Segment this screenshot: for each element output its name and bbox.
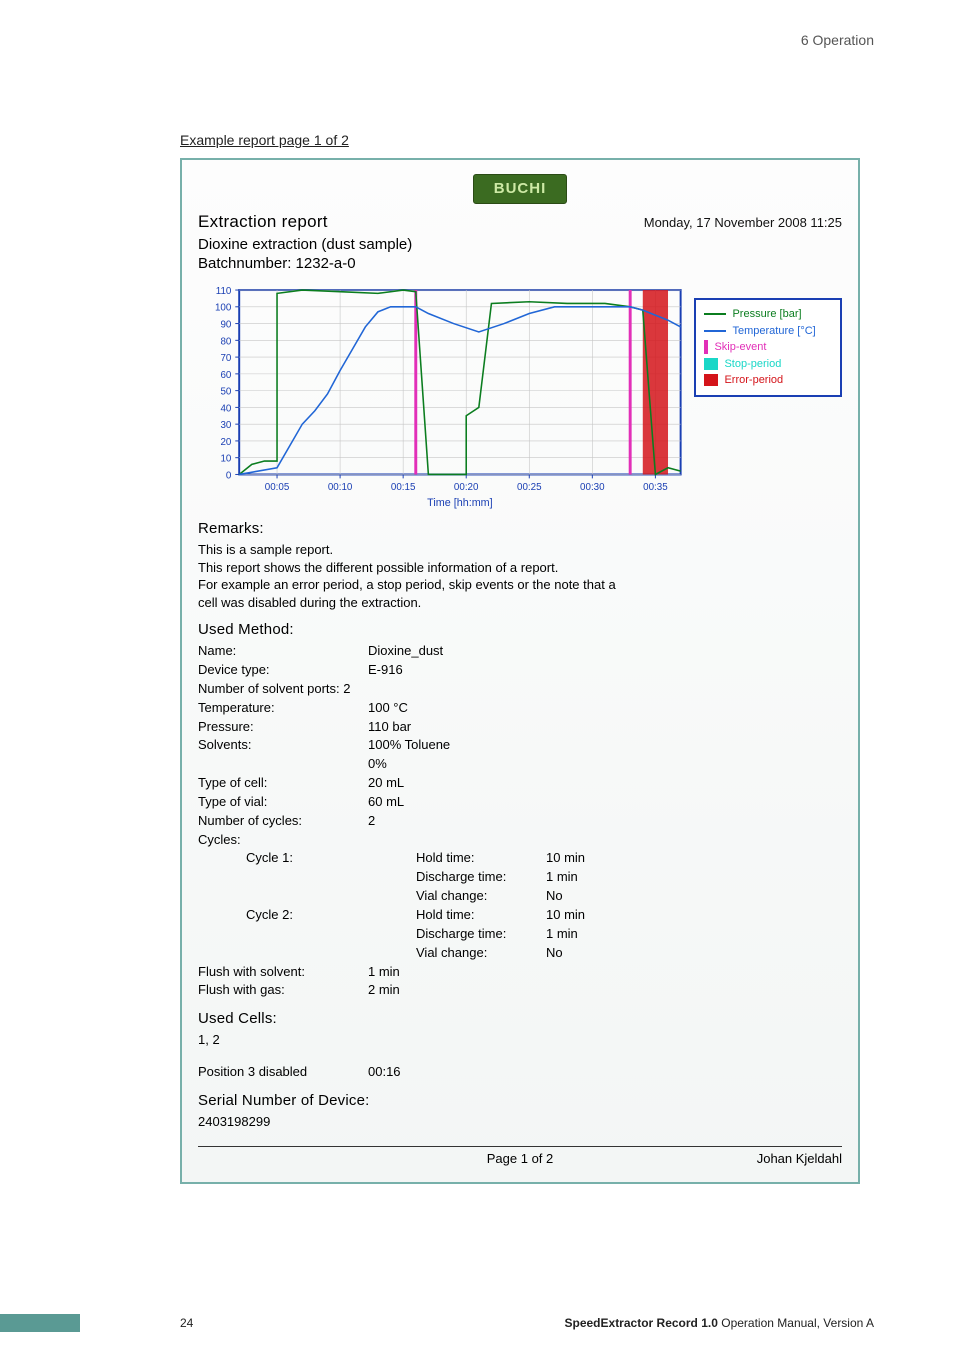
legend-label: Skip-event [714,339,766,356]
legend-error: Error-period [704,372,832,389]
legend-pressure: Pressure [bar] [704,306,832,323]
cycle-row: Vial change:No [198,887,842,906]
cycle-row: Discharge time:1 min [198,868,842,887]
svg-text:00:10: 00:10 [328,482,353,493]
svg-text:40: 40 [220,403,231,414]
svg-text:00:05: 00:05 [265,482,290,493]
method-row: Flush with solvent:1 min [198,963,842,982]
svg-text:100: 100 [215,303,232,314]
remarks-line: This report shows the different possible… [198,559,842,577]
brand-logo: BUCHI [473,174,567,204]
method-row: Device type:E-916 [198,661,842,680]
chart-area: 0 10 20 30 40 50 60 70 80 90 100 110 00:05 00:10 00:15… [198,280,842,510]
legend-line-icon [704,330,726,332]
chart-legend: Pressure [bar] Temperature [°C] Skip-eve… [694,298,842,397]
used-cells-heading: Used Cells: [198,1010,842,1027]
method-row: Type of cell:20 mL [198,774,842,793]
legend-label: Pressure [bar] [732,306,801,323]
remarks-heading: Remarks: [198,520,842,537]
legend-bar-icon [704,340,708,354]
remarks-line: cell was disabled during the extraction. [198,594,842,612]
extraction-chart: 0 10 20 30 40 50 60 70 80 90 100 110 00:05 00:10 00:15… [198,280,688,510]
used-cells-value: 1, 2 [198,1031,842,1049]
legend-line-icon [704,313,726,315]
report-author: Johan Kjeldahl [627,1151,842,1166]
remarks-line: This is a sample report. [198,541,842,559]
method-row: Pressure:110 bar [198,718,842,737]
example-caption: Example report page 1 of 2 [180,132,884,148]
svg-text:20: 20 [220,437,231,448]
svg-text:0: 0 [226,470,232,481]
svg-text:10: 10 [220,454,231,465]
svg-text:90: 90 [220,319,231,330]
legend-label: Temperature [°C] [732,323,815,340]
legend-label: Error-period [724,372,783,389]
svg-text:80: 80 [220,336,231,347]
method-row: Number of solvent ports: 2 [198,680,842,699]
cycle-row: Discharge time:1 min [198,925,842,944]
report-footer: Page 1 of 2 Johan Kjeldahl [198,1146,842,1166]
report-title: Extraction report [198,212,328,232]
svg-text:00:15: 00:15 [391,482,416,493]
svg-text:00:20: 00:20 [454,482,479,493]
serial-heading: Serial Number of Device: [198,1092,842,1109]
disabled-label: Position 3 disabled [198,1063,368,1082]
method-row: Temperature:100 °C [198,699,842,718]
method-row: Name:Dioxine_dust [198,642,842,661]
svg-text:110: 110 [216,286,232,297]
cycle-row: Vial change:No [198,944,842,963]
report-subtitle: Dioxine extraction (dust sample) [198,236,842,253]
page-footer: 24 SpeedExtractor Record 1.0 Operation M… [0,1316,954,1330]
report-box: BUCHI Extraction report Monday, 17 Novem… [180,158,860,1184]
legend-temperature: Temperature [°C] [704,323,832,340]
method-row: Type of vial:60 mL [198,793,842,812]
manual-title: SpeedExtractor Record 1.0 Operation Manu… [565,1316,875,1330]
method-row: Solvents:100% Toluene [198,736,842,755]
method-heading: Used Method: [198,621,842,638]
svg-text:70: 70 [220,353,231,364]
page-header-right: 6 Operation [801,32,874,48]
report-batch: Batchnumber: 1232-a-0 [198,255,842,272]
legend-square-icon [704,374,718,386]
remarks-line: For example an error period, a stop peri… [198,576,842,594]
legend-stop: Stop-period [704,356,832,373]
page: 6 Operation Example report page 1 of 2 B… [0,0,954,1350]
svg-text:00:35: 00:35 [643,482,668,493]
report-datetime: Monday, 17 November 2008 11:25 [644,215,842,230]
report-page-number: Page 1 of 2 [413,1151,628,1166]
svg-text:30: 30 [220,420,231,431]
legend-skip: Skip-event [704,339,832,356]
page-number: 24 [180,1316,193,1330]
svg-text:00:25: 00:25 [517,482,542,493]
svg-text:50: 50 [220,387,231,398]
method-row: Cycles: [198,831,842,850]
disabled-position: Position 3 disabled 00:16 [198,1063,842,1082]
method-row: Flush with gas:2 min [198,981,842,1000]
legend-square-icon [704,358,718,370]
svg-text:Time [hh:mm]: Time [hh:mm] [427,497,493,509]
cycle-row: Cycle 2:Hold time:10 min [198,906,842,925]
legend-label: Stop-period [724,356,781,373]
method-table: Name:Dioxine_dustDevice type:E-916Number… [198,642,842,1000]
svg-text:00:30: 00:30 [580,482,605,493]
remarks-body: This is a sample report.This report show… [198,541,842,611]
serial-value: 2403198299 [198,1113,842,1131]
cycle-row: Cycle 1:Hold time:10 min [198,849,842,868]
report-title-row: Extraction report Monday, 17 November 20… [198,212,842,232]
disabled-time: 00:16 [368,1063,498,1082]
svg-text:60: 60 [220,370,231,381]
method-row: Number of cycles:2 [198,812,842,831]
method-row: 0% [198,755,842,774]
